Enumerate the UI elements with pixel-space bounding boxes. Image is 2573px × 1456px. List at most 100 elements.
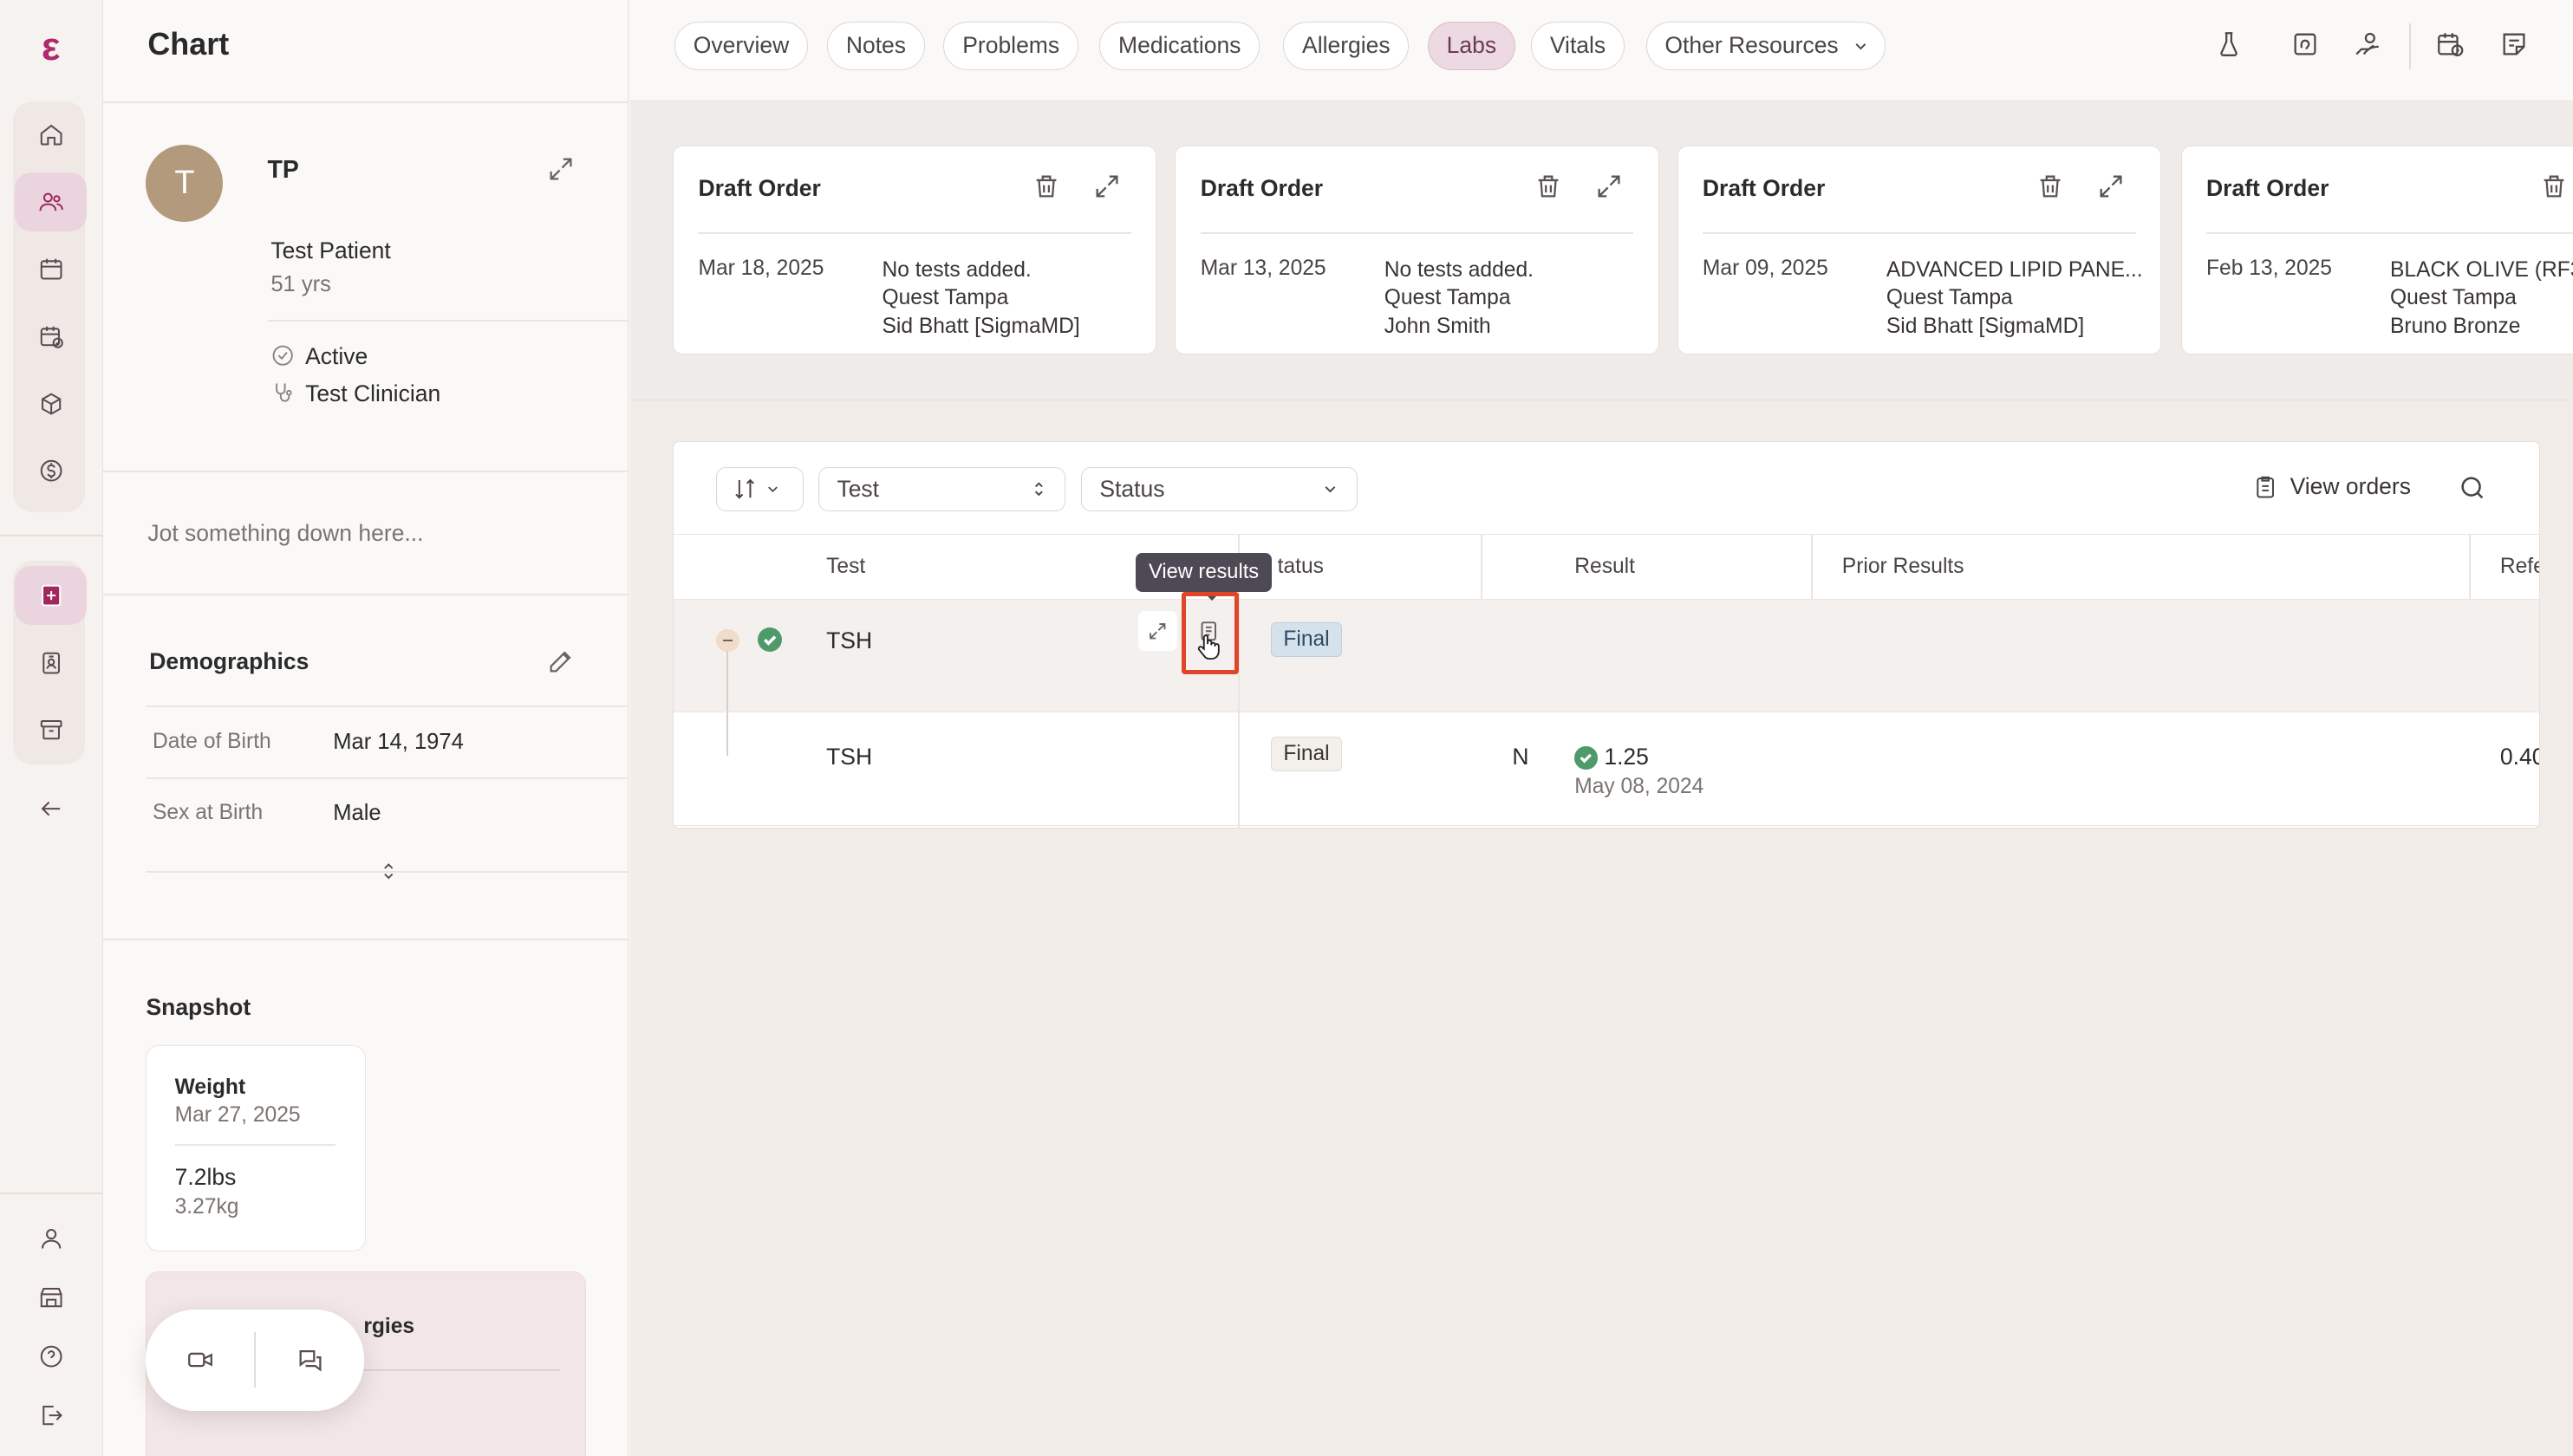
snapshot-title: Snapshot [146, 994, 251, 1021]
note-input[interactable]: Jot something down here... [147, 520, 423, 547]
order-date: Mar 18, 2025 [698, 257, 824, 281]
edit-pencil-icon[interactable] [546, 647, 576, 683]
demographics-title: Demographics [149, 647, 309, 674]
rail-divider-bottom [0, 1193, 104, 1195]
logout-icon[interactable] [15, 1387, 87, 1446]
order-card[interactable]: Draft Order Mar 13, 2025 No tests added.… [1175, 146, 1659, 354]
note-edit-icon[interactable] [2499, 29, 2532, 62]
sex-label: Sex at Birth [153, 800, 264, 824]
divider [2206, 231, 2573, 234]
user-icon[interactable] [15, 1209, 87, 1268]
weight-card[interactable]: Weight Mar 27, 2025 7.2lbs 3.27kg [146, 1044, 367, 1252]
building-icon[interactable] [15, 1268, 87, 1327]
chat-icon[interactable] [256, 1345, 364, 1375]
expand-icon[interactable] [2096, 172, 2129, 205]
tab-medications[interactable]: Medications [1099, 21, 1260, 71]
trash-icon[interactable] [1534, 172, 1567, 205]
call-chat-bar [146, 1309, 365, 1411]
arrow-left-icon[interactable] [15, 779, 87, 838]
calendar-clock-icon[interactable] [2435, 29, 2468, 62]
patient-clinician: Test Clinician [305, 380, 441, 407]
table-header: Test tatus Result Prior Results Refe [674, 534, 2540, 601]
page-title: Chart [147, 26, 230, 62]
archive-icon[interactable] [15, 700, 87, 759]
expand-icon[interactable] [1594, 172, 1627, 205]
home-icon[interactable] [15, 105, 87, 164]
tab-labs[interactable]: Labs [1427, 21, 1515, 71]
trash-icon[interactable] [2539, 172, 2572, 205]
dob-label: Date of Birth [153, 730, 271, 754]
order-title: Draft Order [698, 174, 821, 201]
order-lab: Quest Tampa [882, 286, 1009, 310]
nav-rail: ε [0, 0, 104, 1456]
tab-notes[interactable]: Notes [827, 21, 925, 71]
chevron-down-icon [1325, 485, 1336, 493]
weight-kg: 3.27kg [174, 1195, 239, 1219]
weight-label: Weight [174, 1075, 246, 1099]
col-status[interactable]: tatus [1278, 555, 1324, 579]
col-result[interactable]: Result [1574, 555, 1635, 579]
divider [103, 471, 628, 473]
person-handoff-icon[interactable] [2353, 29, 2386, 62]
cube-icon[interactable] [15, 374, 87, 433]
divider [1200, 231, 1634, 234]
app-logo[interactable]: ε [29, 23, 72, 69]
chevron-down-icon [768, 486, 778, 492]
tab-problems[interactable]: Problems [943, 21, 1078, 71]
calendar-icon[interactable] [15, 239, 87, 298]
users-icon[interactable] [15, 172, 88, 231]
patient-name: Test Patient [270, 237, 391, 264]
chart-icon[interactable] [15, 566, 88, 626]
expand-chevrons-icon[interactable] [377, 860, 401, 890]
order-card[interactable]: Draft Order Mar 09, 2025 ADVANCED LIPID … [1677, 146, 2161, 354]
search-icon[interactable] [2458, 473, 2487, 510]
trash-icon[interactable] [2036, 172, 2068, 205]
col-prior-results[interactable]: Prior Results [1842, 555, 1964, 579]
collapse-icon[interactable] [716, 628, 739, 653]
main-content: Overview Notes Problems Medications Alle… [629, 0, 2573, 1456]
col-reference[interactable]: Refe [2500, 555, 2539, 579]
dollar-icon[interactable] [15, 441, 87, 500]
divider [146, 705, 628, 707]
view-orders-button[interactable]: View orders [2252, 473, 2411, 500]
calendar-check-icon[interactable] [15, 307, 87, 366]
result-value: 1.25 [1604, 743, 1649, 770]
check-status-icon [1574, 746, 1598, 770]
sex-value: Male [333, 800, 381, 825]
col-test[interactable]: Test [826, 555, 865, 579]
order-provider: Sid Bhatt [SigmaMD] [882, 314, 1080, 338]
status-filter-select[interactable]: Status [1080, 466, 1358, 511]
divider [174, 1144, 336, 1147]
order-date: Feb 13, 2025 [2206, 257, 2332, 281]
dob-value: Mar 14, 1974 [333, 730, 464, 755]
tab-other-resources[interactable]: Other Resources [1645, 21, 1886, 71]
tab-allergies[interactable]: Allergies [1283, 21, 1410, 71]
order-provider: Sid Bhatt [SigmaMD] [1886, 314, 2085, 338]
expand-patient-icon[interactable] [546, 154, 576, 191]
tab-overview[interactable]: Overview [674, 21, 809, 71]
trash-icon[interactable] [1032, 172, 1065, 205]
order-provider: John Smith [1384, 314, 1491, 338]
expand-icon[interactable] [1092, 172, 1125, 205]
tab-bar: Overview Notes Problems Medications Alle… [629, 0, 2573, 102]
order-tests: BLACK OLIVE (RF3 [2390, 258, 2573, 283]
test-filter-select[interactable]: Test [817, 466, 1066, 511]
expand-row-icon[interactable] [1137, 611, 1178, 651]
id-badge-icon[interactable] [15, 634, 87, 692]
table-row[interactable]: TSH Final [674, 599, 2540, 712]
head-brain-icon[interactable] [2290, 29, 2323, 62]
order-card[interactable]: Draft Order Mar 18, 2025 No tests added.… [673, 146, 1157, 354]
video-call-icon[interactable] [146, 1345, 254, 1375]
updown-chevron-icon [1034, 482, 1043, 497]
chevron-down-icon [1855, 42, 1866, 49]
help-icon[interactable] [15, 1327, 87, 1386]
sort-button[interactable] [716, 466, 804, 511]
order-tests: No tests added. [1384, 258, 1534, 283]
order-card[interactable]: Draft Order Feb 13, 2025 BLACK OLIVE (RF… [2180, 146, 2573, 354]
lab-tube-icon[interactable] [2214, 29, 2247, 62]
order-title: Draft Order [1200, 174, 1324, 201]
tab-vitals[interactable]: Vitals [1531, 21, 1625, 71]
patient-status: Active [305, 342, 368, 369]
patient-initials: TP [267, 155, 299, 184]
table-row[interactable]: TSH Final N 1.25 May 08, 2024 0.40 [674, 711, 2540, 827]
